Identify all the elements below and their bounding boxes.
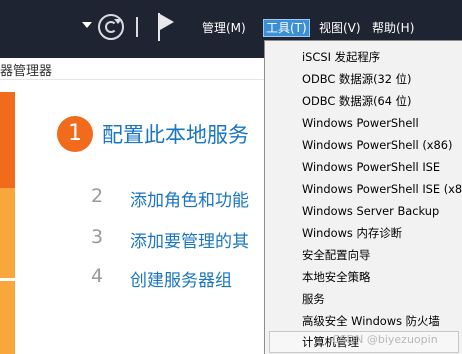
add-roles-features-link[interactable]: 添加角色和功能 bbox=[130, 186, 249, 211]
quick-start-bar[interactable] bbox=[0, 92, 15, 188]
menu-view[interactable]: 视图(V) bbox=[317, 19, 363, 37]
menu-item-powershell[interactable]: Windows PowerShell bbox=[302, 112, 419, 134]
menu-item-powershell-ise-x86[interactable]: Windows PowerShell ISE (x8 bbox=[302, 178, 462, 200]
step-1-badge: 1 bbox=[57, 116, 93, 152]
menu-item-server-backup[interactable]: Windows Server Backup bbox=[302, 200, 439, 222]
menu-item-security-config-wizard[interactable]: 安全配置向导 bbox=[302, 244, 370, 266]
refresh-icon[interactable] bbox=[98, 14, 124, 40]
step-4-number: 4 bbox=[91, 265, 104, 287]
step-3-number: 3 bbox=[91, 226, 104, 248]
create-server-group-link[interactable]: 创建服务器组 bbox=[130, 266, 232, 291]
menu-item-local-security-policy[interactable]: 本地安全策略 bbox=[302, 266, 370, 288]
menu-item-powershell-ise[interactable]: Windows PowerShell ISE bbox=[302, 156, 440, 178]
menu-help[interactable]: 帮助(H) bbox=[370, 19, 416, 37]
dropdown-arrow-icon[interactable] bbox=[82, 22, 92, 28]
notifications-flag-icon[interactable] bbox=[158, 13, 178, 41]
menu-tools[interactable]: 工具(T) bbox=[263, 19, 310, 37]
menu-item-firewall[interactable]: 高级安全 Windows 防火墙 bbox=[302, 310, 440, 332]
menu-item-services[interactable]: 服务 bbox=[302, 288, 325, 310]
menu-item-iscsi[interactable]: iSCSI 发起程序 bbox=[302, 46, 380, 68]
tools-dropdown-menu: iSCSI 发起程序 ODBC 数据源(32 位) ODBC 数据源(64 位)… bbox=[264, 40, 462, 354]
toolbar-divider bbox=[136, 17, 138, 37]
configure-local-server-link[interactable]: 配置此本地服务 bbox=[102, 119, 249, 149]
menu-item-powershell-x86[interactable]: Windows PowerShell (x86) bbox=[302, 134, 452, 156]
menu-item-odbc-64[interactable]: ODBC 数据源(64 位) bbox=[302, 90, 412, 112]
menu-manage[interactable]: 管理(M) bbox=[200, 19, 248, 37]
menu-item-odbc-32[interactable]: ODBC 数据源(32 位) bbox=[302, 68, 412, 90]
menu-item-memory-diagnostic[interactable]: Windows 内存诊断 bbox=[302, 222, 402, 244]
step-2-number: 2 bbox=[91, 185, 104, 207]
page-title: 器管理器 bbox=[0, 64, 53, 79]
add-other-servers-link[interactable]: 添加要管理的其 bbox=[130, 227, 249, 252]
watermark: CSDN @biyezuopin bbox=[332, 333, 438, 346]
whats-new-bar[interactable] bbox=[0, 188, 15, 354]
